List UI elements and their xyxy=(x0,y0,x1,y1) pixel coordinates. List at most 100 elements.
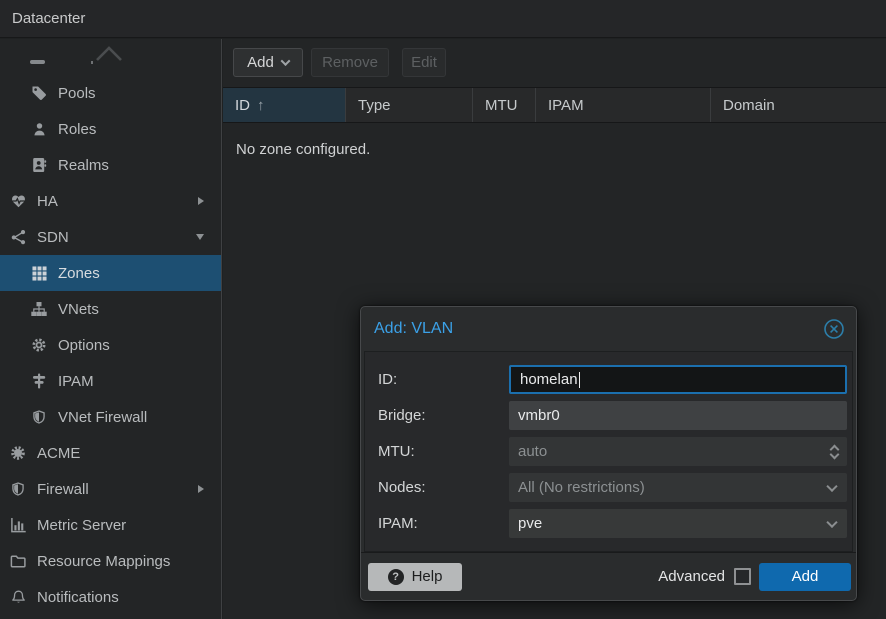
sidebar-item-label: Zones xyxy=(58,265,100,282)
chevron-down-icon[interactable] xyxy=(196,234,204,240)
form-row-ipam: IPAM: pve xyxy=(378,509,847,538)
heartbeat-icon xyxy=(8,192,28,210)
ipam-dropdown[interactable]: pve xyxy=(509,509,847,538)
sidebar-item-metric-server[interactable]: Metric Server xyxy=(0,507,221,543)
advanced-label: Advanced xyxy=(658,568,725,585)
chevron-down-icon xyxy=(280,56,290,66)
add-vlan-dialog: Add: VLAN ID: homelan Bridge: vmbr0 MTU:… xyxy=(360,306,857,601)
shield-icon xyxy=(29,408,49,426)
dialog-header[interactable]: Add: VLAN xyxy=(361,307,856,351)
nodes-placeholder: All (No restrictions) xyxy=(518,479,645,496)
table-header-row: ID ↑ Type MTU IPAM Domain xyxy=(223,87,886,123)
sidebar-item-label: Options xyxy=(58,337,110,354)
sidebar-item-label: VNet Firewall xyxy=(58,409,147,426)
remove-button[interactable]: Remove xyxy=(311,48,389,77)
id-input-value: homelan xyxy=(520,371,578,388)
sidebar-tree: Pools Roles Realms HA SDN Zones xyxy=(0,39,222,619)
sidebar-item-label: VNets xyxy=(58,301,99,318)
sidebar-item-label: Firewall xyxy=(37,481,89,498)
sidebar-item-notifications[interactable]: Notifications xyxy=(0,579,221,615)
sidebar-item-realms[interactable]: Realms xyxy=(0,147,221,183)
form-row-nodes: Nodes: All (No restrictions) xyxy=(378,473,847,502)
folder-icon xyxy=(8,552,28,570)
top-header-bar: Datacenter xyxy=(0,0,886,38)
sidebar-item-vnets[interactable]: VNets xyxy=(0,291,221,327)
form-row-mtu: MTU: auto xyxy=(378,437,847,466)
mtu-placeholder: auto xyxy=(518,443,547,460)
close-icon[interactable] xyxy=(823,318,845,340)
nodes-field-label: Nodes: xyxy=(378,479,509,496)
column-header-mtu[interactable]: MTU xyxy=(473,88,536,122)
column-header-id[interactable]: ID ↑ xyxy=(223,88,346,122)
sidebar-item-label: IPAM xyxy=(58,373,94,390)
partial-icon xyxy=(30,60,45,64)
chevron-down-icon xyxy=(826,516,837,527)
column-header-ipam[interactable]: IPAM xyxy=(536,88,711,122)
sitemap-icon xyxy=(29,300,49,318)
bridge-input-value: vmbr0 xyxy=(518,407,560,424)
network-nodes-icon xyxy=(8,228,28,246)
sidebar-item-resource-mappings[interactable]: Resource Mappings xyxy=(0,543,221,579)
edit-button[interactable]: Edit xyxy=(402,48,446,77)
sidebar-partial-row[interactable] xyxy=(0,39,221,75)
sidebar-item-label: SDN xyxy=(37,229,69,246)
help-button[interactable]: ? Help xyxy=(368,563,462,591)
sidebar-item-ipam[interactable]: IPAM xyxy=(0,363,221,399)
bridge-field-label: Bridge: xyxy=(378,407,509,424)
ipam-dropdown-value: pve xyxy=(518,515,542,532)
add-button[interactable]: Add xyxy=(233,48,303,77)
mtu-spinner[interactable]: auto xyxy=(509,437,847,466)
sort-ascending-icon: ↑ xyxy=(257,97,265,114)
sidebar-item-zones[interactable]: Zones xyxy=(0,255,221,291)
certificate-icon xyxy=(8,444,28,462)
sidebar-item-ha[interactable]: HA xyxy=(0,183,221,219)
id-input[interactable]: homelan xyxy=(509,365,847,394)
bar-chart-icon xyxy=(8,516,28,534)
zones-toolbar: Add Remove Edit xyxy=(223,39,886,87)
dialog-footer: ? Help Advanced Add xyxy=(361,552,856,600)
sidebar-item-vnet-firewall[interactable]: VNet Firewall xyxy=(0,399,221,435)
advanced-checkbox[interactable] xyxy=(734,568,751,585)
question-circle-icon: ? xyxy=(388,569,404,585)
dialog-body: ID: homelan Bridge: vmbr0 MTU: auto xyxy=(364,351,853,552)
sidebar-item-options[interactable]: Options xyxy=(0,327,221,363)
form-row-id: ID: homelan xyxy=(378,365,847,394)
sidebar-item-label: ACME xyxy=(37,445,80,462)
chevron-right-icon[interactable] xyxy=(198,197,204,205)
empty-table-message: No zone configured. xyxy=(223,123,886,158)
bell-icon xyxy=(8,588,28,606)
sidebar-item-sdn[interactable]: SDN xyxy=(0,219,221,255)
gear-icon xyxy=(29,336,49,354)
sidebar-item-label: Notifications xyxy=(37,589,119,606)
chevron-down-icon xyxy=(826,480,837,491)
page-title: Datacenter xyxy=(12,10,85,27)
nodes-dropdown[interactable]: All (No restrictions) xyxy=(509,473,847,502)
sidebar-item-label: Realms xyxy=(58,157,109,174)
dialog-title: Add: VLAN xyxy=(374,320,453,338)
sidebar-item-label: Roles xyxy=(58,121,96,138)
column-header-type[interactable]: Type xyxy=(346,88,473,122)
chevron-right-icon[interactable] xyxy=(198,485,204,493)
spinner-arrows-icon[interactable] xyxy=(831,446,838,458)
sidebar-item-label: Metric Server xyxy=(37,517,126,534)
signpost-icon xyxy=(29,372,49,390)
grid-icon xyxy=(29,264,49,282)
sidebar-item-label: Resource Mappings xyxy=(37,553,170,570)
sidebar-item-firewall[interactable]: Firewall xyxy=(0,471,221,507)
tag-icon xyxy=(29,84,49,102)
id-field-label: ID: xyxy=(378,371,509,388)
sidebar-item-label: Pools xyxy=(58,85,96,102)
sidebar-item-pools[interactable]: Pools xyxy=(0,75,221,111)
sidebar-item-roles[interactable]: Roles xyxy=(0,111,221,147)
ipam-field-label: IPAM: xyxy=(378,515,509,532)
sidebar-item-acme[interactable]: ACME xyxy=(0,435,221,471)
dialog-add-button[interactable]: Add xyxy=(759,563,851,591)
user-icon xyxy=(29,120,49,138)
bridge-input[interactable]: vmbr0 xyxy=(509,401,847,430)
form-row-bridge: Bridge: vmbr0 xyxy=(378,401,847,430)
column-header-domain[interactable]: Domain xyxy=(711,88,886,122)
partial-text-fragment xyxy=(91,61,93,64)
mtu-field-label: MTU: xyxy=(378,443,509,460)
shield-icon xyxy=(8,480,28,498)
sidebar-item-label: HA xyxy=(37,193,58,210)
